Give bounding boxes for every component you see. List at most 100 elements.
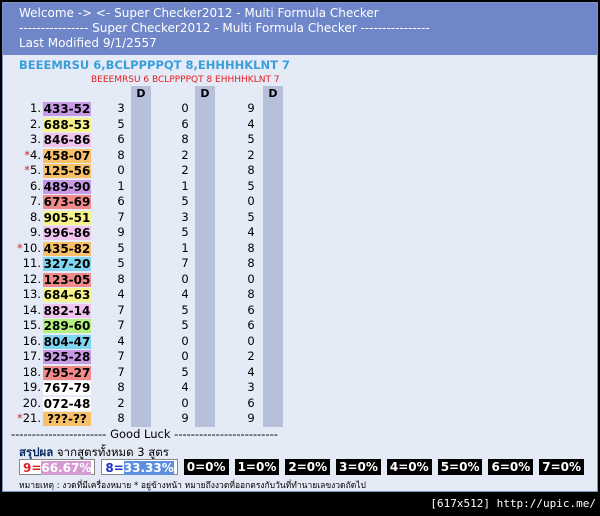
d-header-3: D xyxy=(263,86,283,101)
row-number: 8. xyxy=(30,209,41,224)
d-header-2: D xyxy=(195,86,215,101)
summary-box-9: 9=66.67% xyxy=(19,459,96,475)
row-number: 16. xyxy=(22,333,41,348)
table-row: *4. 458-07 8 2 2 xyxy=(11,148,291,164)
result-number: 882-14 xyxy=(43,303,91,318)
results-table: 1. 433-52 3 0 9 2. 688-53 5 6 4 3. 846-86 6 8 5 *4. 458-… xyxy=(11,101,291,427)
formula-3-value: 8 xyxy=(247,163,255,177)
table-row: 15. 289-60 7 5 6 xyxy=(11,318,291,334)
d-header-1: D xyxy=(131,86,151,101)
table-row: 18. 795-27 7 5 4 xyxy=(11,365,291,381)
row-number: 18. xyxy=(22,364,41,379)
table-row: 16. 804-47 4 0 0 xyxy=(11,334,291,350)
row-number: 14. xyxy=(22,302,41,317)
formula-2-value: 4 xyxy=(181,380,189,394)
formula-3-value: 6 xyxy=(247,302,255,317)
result-number: 072-48 xyxy=(43,396,91,411)
formula-1-value: 7 xyxy=(117,302,125,317)
formula-2-value: 2 xyxy=(181,163,189,177)
upic-footer: [617x512] http://upic.me/ xyxy=(430,497,596,510)
formula-3-value: 5 xyxy=(247,132,255,146)
row-number: *21. xyxy=(16,411,41,425)
formula-1-value: 8 xyxy=(117,147,125,162)
row-number: 1. xyxy=(30,101,41,115)
formula-1-value: 5 xyxy=(117,256,125,270)
summary-box: 0=0% xyxy=(183,459,229,475)
table-row: 11. 327-20 5 7 8 xyxy=(11,256,291,272)
table-row: *10. 435-82 5 1 8 xyxy=(11,241,291,257)
summary-box: 4=0% xyxy=(386,459,432,475)
formula-1-value: 8 xyxy=(117,411,125,425)
row-number: 11. xyxy=(22,256,41,270)
summary-box: 6=0% xyxy=(488,459,534,475)
formula-3-value: 9 xyxy=(247,101,255,115)
row-number: *5. xyxy=(24,163,41,177)
summary-box: 7=0% xyxy=(539,459,585,475)
row-number: *4. xyxy=(24,147,41,162)
table-row: 17. 925-28 7 0 2 xyxy=(11,349,291,365)
formula-2-value: 5 xyxy=(181,364,189,379)
result-number: 688-53 xyxy=(43,117,91,132)
result-number: 289-60 xyxy=(43,319,91,333)
row-number: *10. xyxy=(16,240,41,255)
page-header: Welcome -> <- Super Checker2012 - Multi … xyxy=(3,3,597,55)
welcome-line: Welcome -> <- Super Checker2012 - Multi … xyxy=(19,6,379,20)
result-number: 458-07 xyxy=(43,148,91,163)
table-row: 9. 996-86 9 5 4 xyxy=(11,225,291,241)
table-row: 20. 072-48 2 0 6 xyxy=(11,396,291,412)
table-row: 2. 688-53 5 6 4 xyxy=(11,117,291,133)
footnote: หมายเหตุ : งวดที่มีเครื่องหมาย * อยู่ข้า… xyxy=(19,481,366,491)
result-number: 435-82 xyxy=(43,241,91,256)
row-number: 15. xyxy=(22,318,41,332)
formula-3-value: 8 xyxy=(247,287,255,301)
result-number: 489-90 xyxy=(43,179,91,194)
formula-1-value: 7 xyxy=(117,318,125,332)
formula-2-value: 7 xyxy=(181,256,189,270)
result-number: 795-27 xyxy=(43,365,91,380)
result-number: 433-52 xyxy=(43,102,91,116)
formula-2-value: 5 xyxy=(181,225,189,239)
row-number: 13. xyxy=(22,287,41,301)
summary-box: 3=0% xyxy=(336,459,381,475)
formula-3-value: 2 xyxy=(247,349,255,363)
result-number: 804-47 xyxy=(43,334,91,349)
result-number: 684-63 xyxy=(43,288,91,302)
table-row: 8. 905-51 7 3 5 xyxy=(11,210,291,226)
result-number: ???-?? xyxy=(43,412,91,426)
summary-box-8: 8=33.33% xyxy=(101,459,178,475)
table-row: 1. 433-52 3 0 9 xyxy=(11,101,291,117)
formula-3-value: 4 xyxy=(247,364,255,379)
formula-2-value: 0 xyxy=(181,271,189,286)
table-row: *21. ???-?? 8 9 9 xyxy=(11,411,291,427)
formula-3-value: 5 xyxy=(247,178,255,193)
formula-1-value: 5 xyxy=(117,116,125,131)
formula-1-value: 3 xyxy=(117,101,125,115)
formula-2-value: 0 xyxy=(181,101,189,115)
formula-3-value: 6 xyxy=(247,318,255,332)
table-row: 7. 673-69 6 5 0 xyxy=(11,194,291,210)
formula-1-value: 4 xyxy=(117,287,125,301)
formula-3-value: 8 xyxy=(247,256,255,270)
formula-2-value: 5 xyxy=(181,318,189,332)
formula-3-value: 5 xyxy=(247,209,255,224)
formula-3-value: 0 xyxy=(247,194,255,208)
formula-3-value: 3 xyxy=(247,380,255,394)
row-number: 19. xyxy=(22,380,41,394)
formula-2-value: 5 xyxy=(181,302,189,317)
formula-1-value: 2 xyxy=(117,395,125,410)
table-row: 12. 123-05 8 0 0 xyxy=(11,272,291,288)
result-number: 905-51 xyxy=(43,210,91,225)
row-number: 6. xyxy=(30,178,41,193)
summary-label: สรุปผล xyxy=(19,445,54,459)
formula-2-value: 3 xyxy=(181,209,189,224)
row-number: 20. xyxy=(22,395,41,410)
table-row: 19. 767-79 8 4 3 xyxy=(11,380,291,396)
formula-2-value: 0 xyxy=(181,395,189,410)
result-number: 767-79 xyxy=(43,381,91,395)
formula-3-value: 6 xyxy=(247,395,255,410)
formula-2-value: 4 xyxy=(181,287,189,301)
formula-1-value: 4 xyxy=(117,333,125,348)
formula-1-value: 9 xyxy=(117,225,125,239)
summary-boxes: 9=66.67% 8=33.33% 0=0% 1=0% 2=0% 3=0% 4=0% 5=0%… xyxy=(19,459,590,476)
table-row: *5. 125-56 0 2 8 xyxy=(11,163,291,179)
